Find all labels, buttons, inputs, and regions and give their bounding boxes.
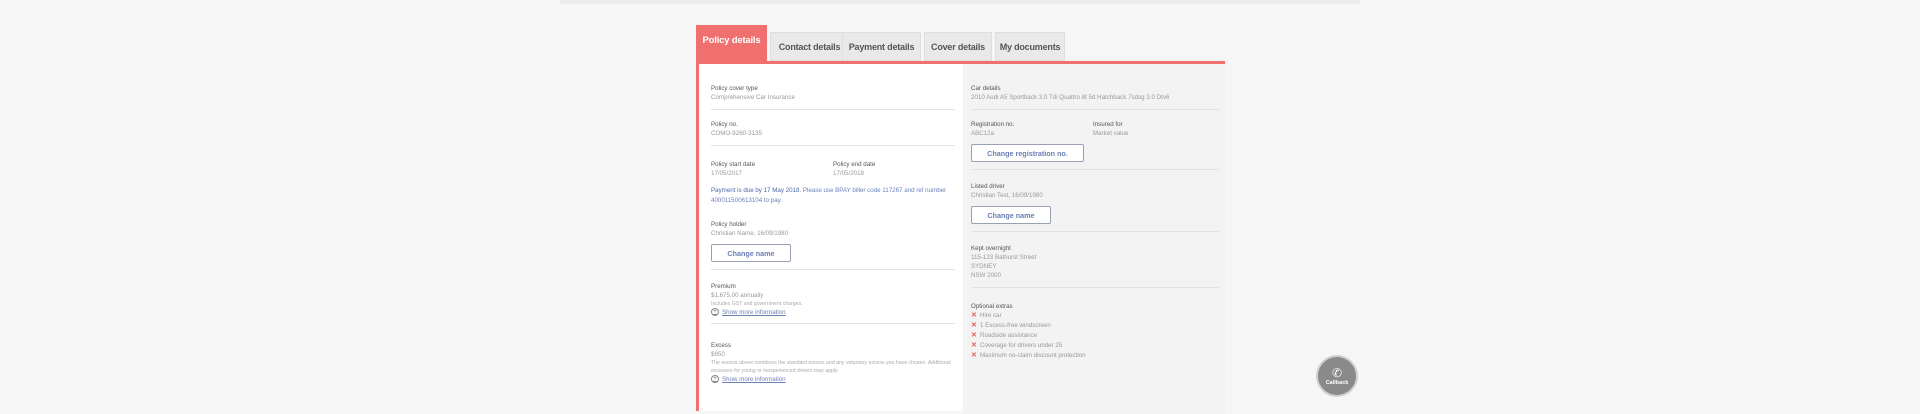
cross-icon: ✕	[971, 332, 977, 339]
tab-payment-details[interactable]: Payment details	[842, 32, 921, 61]
optional-extras-label: Optional extras	[971, 303, 1013, 310]
insured-for-value: Market value	[1093, 130, 1129, 137]
vehicle-info-column: Car details 2010 Audi A5 Sportback 3.0 T…	[963, 64, 1225, 414]
policy-no-value: COMO-9260-3135	[711, 130, 762, 137]
end-date-label: Policy end date	[833, 161, 876, 168]
registration-label: Registration no.	[971, 121, 1015, 128]
premium-label: Premium	[711, 283, 736, 290]
change-holder-name-button[interactable]: Change name	[711, 244, 791, 262]
policy-holder-label: Policy holder	[711, 221, 747, 228]
registration-value: ABC12a	[971, 130, 995, 137]
premium-note: Includes GST and government charges.	[711, 301, 803, 307]
plus-circle-icon: +	[711, 308, 719, 316]
list-item: ✕ Coverage for drivers under 25	[971, 342, 1063, 349]
list-item: ✕ Roadside assistance	[971, 332, 1038, 339]
change-registration-button[interactable]: Change registration no.	[971, 144, 1084, 162]
policy-holder-field: Policy holder Christian Name, 16/09/1980…	[711, 220, 955, 270]
cross-icon: ✕	[971, 312, 977, 319]
car-details-label: Car details	[971, 85, 1001, 92]
address-line: SYDNEY	[971, 263, 997, 270]
end-date-value: 17/05/2018	[833, 170, 864, 177]
listed-driver-field: Listed driver Christian Test, 16/09/1980…	[971, 182, 1219, 232]
excess-more-link[interactable]: + Show more information	[711, 375, 955, 383]
policy-dates: Policy start date 17/05/2017 Policy end …	[711, 160, 955, 178]
registration-field: Registration no. ABC12a Insured for Mark…	[971, 120, 1219, 170]
excess-value: $850	[711, 351, 725, 358]
listed-driver-value: Christian Test, 16/09/1980	[971, 192, 1043, 199]
payment-notice: Payment is due by 17 May 2018. Please us…	[711, 186, 955, 206]
insured-for-label: Insured for	[1093, 121, 1123, 128]
premium-more-text: Show more information	[722, 308, 786, 316]
cover-type-field: Policy cover type Comprehensive Car Insu…	[711, 84, 955, 110]
phone-icon: ✆	[1331, 365, 1343, 380]
excess-label: Excess	[711, 342, 731, 349]
payment-due-text: Payment is due by 17 May 2018.	[711, 187, 802, 194]
cross-icon: ✕	[971, 342, 977, 349]
policy-details-panel: Policy cover type Comprehensive Car Insu…	[696, 61, 1225, 414]
list-item: ✕ Hire car	[971, 312, 1002, 319]
premium-value: $1,675.00 annually	[711, 292, 764, 299]
callback-button[interactable]: ✆ Callback	[1318, 357, 1356, 395]
cross-icon: ✕	[971, 322, 977, 329]
excess-field: Excess $850 The excess above combines th…	[711, 341, 955, 383]
policy-holder-value: Christian Name, 16/09/1980	[711, 230, 789, 237]
list-item: ✕ Maximum no-claim discount protection	[971, 352, 1086, 359]
tab-my-documents[interactable]: My documents	[995, 32, 1065, 61]
tab-cover-details[interactable]: Cover details	[924, 32, 992, 61]
kept-overnight-label: Kept overnight	[971, 245, 1011, 252]
optional-extras-field: Optional extras ✕ Hire car ✕ 1 Excess-free…	[971, 302, 1219, 361]
address-line: NSW 2000	[971, 272, 1001, 279]
excess-more-text: Show more information	[722, 375, 786, 383]
cover-type-value: Comprehensive Car Insurance	[711, 94, 795, 101]
cover-type-label: Policy cover type	[711, 85, 758, 92]
kept-overnight-field: Kept overnight 115-123 Bathurst Street S…	[971, 244, 1219, 288]
tab-policy-details[interactable]: Policy details	[696, 25, 767, 63]
change-driver-name-button[interactable]: Change name	[971, 206, 1051, 224]
list-item: ✕ 1 Excess-free windscreen	[971, 322, 1051, 329]
car-details-value: 2010 Audi A5 Sportback 3.0 Tdi Quattro 8…	[971, 94, 1170, 101]
tab-contact-details[interactable]: Contact details	[770, 32, 849, 61]
header-band	[0, 0, 1920, 4]
listed-driver-label: Listed driver	[971, 183, 1005, 190]
callback-label: Callback	[1325, 379, 1349, 386]
premium-more-link[interactable]: + Show more information	[711, 308, 955, 316]
car-details-field: Car details 2010 Audi A5 Sportback 3.0 T…	[971, 84, 1219, 110]
policy-info-column: Policy cover type Comprehensive Car Insu…	[711, 84, 955, 383]
start-date-value: 17/05/2017	[711, 170, 742, 177]
policy-no-label: Policy no.	[711, 121, 738, 128]
start-date-label: Policy start date	[711, 161, 756, 168]
premium-field: Premium $1,675.00 annually Includes GST …	[711, 282, 955, 324]
cross-icon: ✕	[971, 352, 977, 359]
policy-no-field: Policy no. COMO-9260-3135	[711, 120, 955, 146]
excess-note: The excess above combines the standard e…	[711, 360, 951, 374]
address-line: 115-123 Bathurst Street	[971, 254, 1037, 261]
plus-circle-icon: +	[711, 375, 719, 383]
